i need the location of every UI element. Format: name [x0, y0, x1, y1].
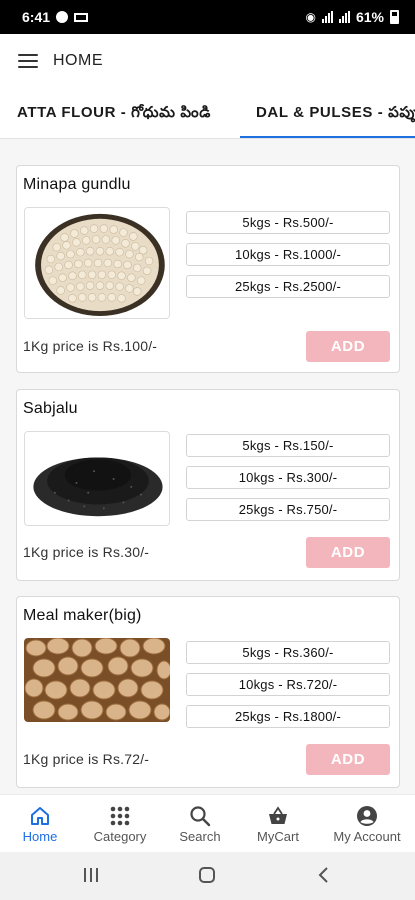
- battery-icon: [390, 10, 399, 24]
- price-per-kg: 1Kg price is Rs.72/-: [23, 751, 150, 767]
- option-5kg[interactable]: 5kgs - Rs.500/-: [186, 211, 390, 234]
- nav-category[interactable]: Category: [80, 795, 160, 853]
- option-25kg[interactable]: 25kgs - Rs.2500/-: [186, 275, 390, 298]
- wifi-icon: ◉: [305, 10, 316, 24]
- product-image: [24, 638, 170, 722]
- tab-atta-flour[interactable]: ATTA FLOUR - గోధుమ పిండి: [17, 88, 211, 138]
- nav-label: Search: [179, 829, 221, 844]
- product-name: Meal maker(big): [23, 607, 142, 624]
- option-25kg[interactable]: 25kgs - Rs.750/-: [186, 498, 390, 521]
- tab-dal-pulses[interactable]: DAL & PULSES - పప్పు: [256, 88, 415, 138]
- add-button[interactable]: ADD: [306, 537, 390, 568]
- basil-seeds-image: [25, 432, 169, 525]
- screen-icon: [74, 12, 89, 22]
- nav-label: Home: [22, 829, 58, 844]
- page-title: HOME: [53, 52, 103, 69]
- bottom-nav: Home Category Search MyCart My Account: [0, 794, 415, 852]
- account-icon: [357, 806, 377, 826]
- price-per-kg: 1Kg price is Rs.30/-: [23, 544, 150, 560]
- white-gram-in-basket-image: [25, 208, 169, 318]
- add-button[interactable]: ADD: [306, 744, 390, 775]
- nav-label: Category: [93, 829, 147, 844]
- home-button-icon[interactable]: [198, 866, 216, 884]
- call-icon: [56, 11, 69, 23]
- product-name: Sabjalu: [23, 400, 78, 417]
- product-name: Minapa gundlu: [23, 176, 131, 193]
- nav-home[interactable]: Home: [0, 795, 80, 853]
- option-10kg[interactable]: 10kgs - Rs.720/-: [186, 673, 390, 696]
- add-button[interactable]: ADD: [306, 331, 390, 362]
- nav-my-account[interactable]: My Account: [322, 795, 412, 853]
- nav-mycart[interactable]: MyCart: [240, 795, 316, 853]
- option-10kg[interactable]: 10kgs - Rs.300/-: [186, 466, 390, 489]
- grid-icon: [110, 806, 130, 826]
- option-5kg[interactable]: 5kgs - Rs.360/-: [186, 641, 390, 664]
- battery-text: 61%: [355, 9, 384, 25]
- product-card: Meal maker(big) 5kgs - Rs.360/- 10kgs - …: [16, 596, 400, 788]
- system-nav-bar: [0, 852, 415, 900]
- product-image: [24, 431, 170, 526]
- status-time: 6:41: [22, 9, 51, 25]
- signal-icon-2: [338, 11, 350, 23]
- product-card: Sabjalu 5kgs - Rs.150/- 10kgs - Rs.300/-…: [16, 389, 400, 581]
- soya-chunks-image: [24, 638, 170, 722]
- app-bar: HOME: [0, 34, 415, 88]
- nav-search[interactable]: Search: [160, 795, 240, 853]
- category-tabs: ATTA FLOUR - గోధుమ పిండి DAL & PULSES - …: [0, 88, 415, 139]
- option-10kg[interactable]: 10kgs - Rs.1000/-: [186, 243, 390, 266]
- nav-label: MyCart: [257, 829, 299, 844]
- price-per-kg: 1Kg price is Rs.100/-: [23, 338, 158, 354]
- product-image: [24, 207, 170, 319]
- option-5kg[interactable]: 5kgs - Rs.150/-: [186, 434, 390, 457]
- recent-apps-icon[interactable]: [82, 866, 100, 884]
- back-icon[interactable]: [315, 866, 333, 884]
- product-card: Minapa gundlu 5kgs - Rs.500/- 10kgs - Rs…: [16, 165, 400, 373]
- status-bar: 6:41 ◉ 61%: [0, 0, 415, 34]
- nav-label: My Account: [333, 829, 401, 844]
- search-icon: [190, 806, 211, 827]
- menu-icon[interactable]: [18, 54, 38, 68]
- basket-icon: [269, 806, 287, 824]
- option-25kg[interactable]: 25kgs - Rs.1800/-: [186, 705, 390, 728]
- product-list[interactable]: Minapa gundlu 5kgs - Rs.500/- 10kgs - Rs…: [0, 138, 415, 794]
- signal-icon: [321, 11, 333, 23]
- home-icon: [31, 807, 49, 825]
